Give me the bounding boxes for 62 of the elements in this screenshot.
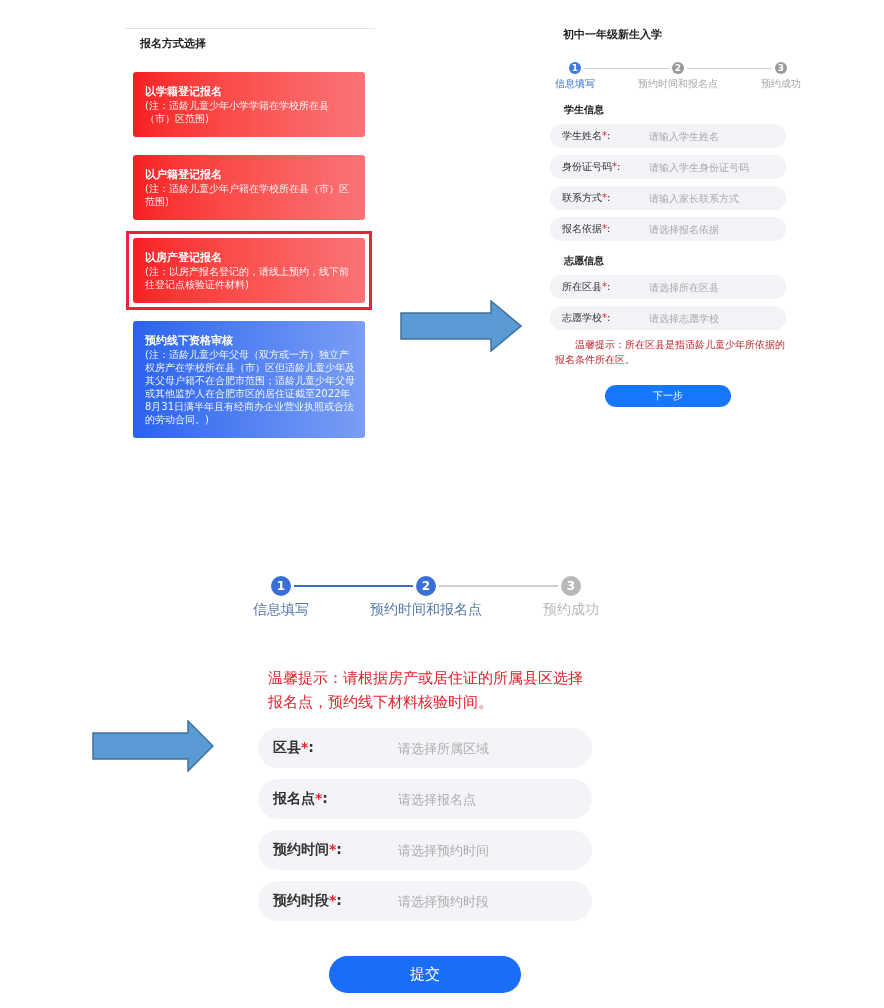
step-label: 预约时间和报名点	[638, 78, 718, 90]
step-number: 3	[775, 62, 787, 74]
text-input[interactable]: 请输入学生姓名	[649, 129, 772, 143]
text-input[interactable]: 请选择所在区县	[649, 280, 772, 294]
field-label: 志愿学校*:	[562, 311, 612, 325]
step-label: 信息填写	[555, 78, 595, 90]
card-note: (注：适龄儿童少年户籍在学校所在县（市）区范围)	[145, 182, 350, 208]
card-title: 以户籍登记报名	[145, 167, 222, 182]
text-input[interactable]: 请选择志愿学校	[649, 311, 772, 325]
card-note: (注：适龄儿童少年小学学籍在学校所在县（市）区范围)	[145, 99, 330, 125]
submit-button[interactable]: 提交	[329, 956, 521, 993]
card-note: (注：以房产报名登记的，请线上预约，线下前往登记点核验证件材料)	[145, 265, 350, 291]
input-field[interactable]: 身份证号码*: 请输入学生身份证号码	[550, 155, 786, 179]
registration-option-card[interactable]: 预约线下资格审核 (注：适龄儿童少年父母（双方或一方）独立产权房产在学校所在县（市）区但适龄儿童少年及其父母户籍不在合肥市范围；适龄儿童少年父母或其他监护人在合肥市区的居住证截至2022年8月31日满半年且有经商办企业营业执照或合法的劳动合同。)	[133, 321, 365, 438]
text-input[interactable]: 请输入家长联系方式	[649, 191, 772, 205]
card-title: 预约线下资格审核	[145, 333, 233, 348]
screen-title: 初中一年级新生入学	[563, 28, 662, 42]
text-input[interactable]: 请选择预约时段	[398, 892, 578, 910]
step-label: 预约时间和报名点	[370, 600, 482, 618]
step-number: 2	[672, 62, 684, 74]
card-title: 以学籍登记报名	[145, 84, 222, 99]
field-label: 学生姓名*:	[562, 129, 612, 143]
input-field[interactable]: 报名依据*: 请选择报名依据	[550, 217, 786, 241]
step-label: 信息填写	[253, 600, 309, 618]
registration-option-card[interactable]: 以房产登记报名 (注：以房产报名登记的，请线上预约，线下前往登记点核验证件材料)	[133, 238, 365, 303]
input-field[interactable]: 学生姓名*: 请输入学生姓名	[550, 124, 786, 148]
section-heading: 志愿信息	[564, 254, 604, 268]
section-heading: 学生信息	[564, 103, 604, 117]
input-field[interactable]: 志愿学校*: 请选择志愿学校	[550, 306, 786, 330]
input-field[interactable]: 预约时间*: 请选择预约时间	[258, 830, 592, 870]
field-label: 报名依据*:	[562, 222, 612, 236]
step-number: 2	[416, 576, 436, 596]
card-title: 以房产登记报名	[145, 250, 222, 265]
field-label: 预约时段*:	[273, 892, 343, 910]
step-label: 预约成功	[543, 600, 599, 618]
step-number: 1	[271, 576, 291, 596]
field-label: 区县*:	[273, 739, 315, 757]
field-label: 所在区县*:	[562, 280, 612, 294]
text-input[interactable]: 请输入学生身份证号码	[649, 160, 772, 174]
text-input[interactable]: 请选择预约时间	[398, 841, 578, 859]
step-number: 3	[561, 576, 581, 596]
input-field[interactable]: 联系方式*: 请输入家长联系方式	[550, 186, 786, 210]
field-label: 报名点*:	[273, 790, 329, 808]
next-button[interactable]: 下一步	[605, 385, 731, 407]
input-field[interactable]: 预约时段*: 请选择预约时段	[258, 881, 592, 921]
field-label: 联系方式*:	[562, 191, 612, 205]
registration-option-card[interactable]: 以户籍登记报名 (注：适龄儿童少年户籍在学校所在县（市）区范围)	[133, 155, 365, 220]
screen-title: 报名方式选择	[140, 37, 206, 51]
card-note: (注：适龄儿童少年父母（双方或一方）独立产权房产在学校所在县（市）区但适龄儿童少年及其父母户籍不在合肥市范围；适龄儿童少年父母或其他监护人在合肥市区的居住证截至2022年8月31日满半年且有经商办企业营业执照或合法的劳动合同。)	[145, 348, 355, 426]
tip-text: 温馨提示：所在区县是指适龄儿童少年所依据的报名条件所在区。	[555, 338, 786, 367]
step-number: 1	[569, 62, 581, 74]
field-label: 身份证号码*:	[562, 160, 622, 174]
input-field[interactable]: 所在区县*: 请选择所在区县	[550, 275, 786, 299]
text-input[interactable]: 请选择所属区域	[398, 739, 578, 757]
field-label: 预约时间*:	[273, 841, 343, 859]
input-field[interactable]: 区县*: 请选择所属区域	[258, 728, 592, 768]
input-field[interactable]: 报名点*: 请选择报名点	[258, 779, 592, 819]
text-input[interactable]: 请选择报名点	[398, 790, 578, 808]
step-label: 预约成功	[761, 78, 801, 90]
registration-option-card[interactable]: 以学籍登记报名 (注：适龄儿童少年小学学籍在学校所在县（市）区范围)	[133, 72, 365, 137]
text-input[interactable]: 请选择报名依据	[649, 222, 772, 236]
tip-text: 温馨提示：请根据房产或居住证的所属县区选择报名点，预约线下材料核验时间。	[268, 668, 584, 713]
